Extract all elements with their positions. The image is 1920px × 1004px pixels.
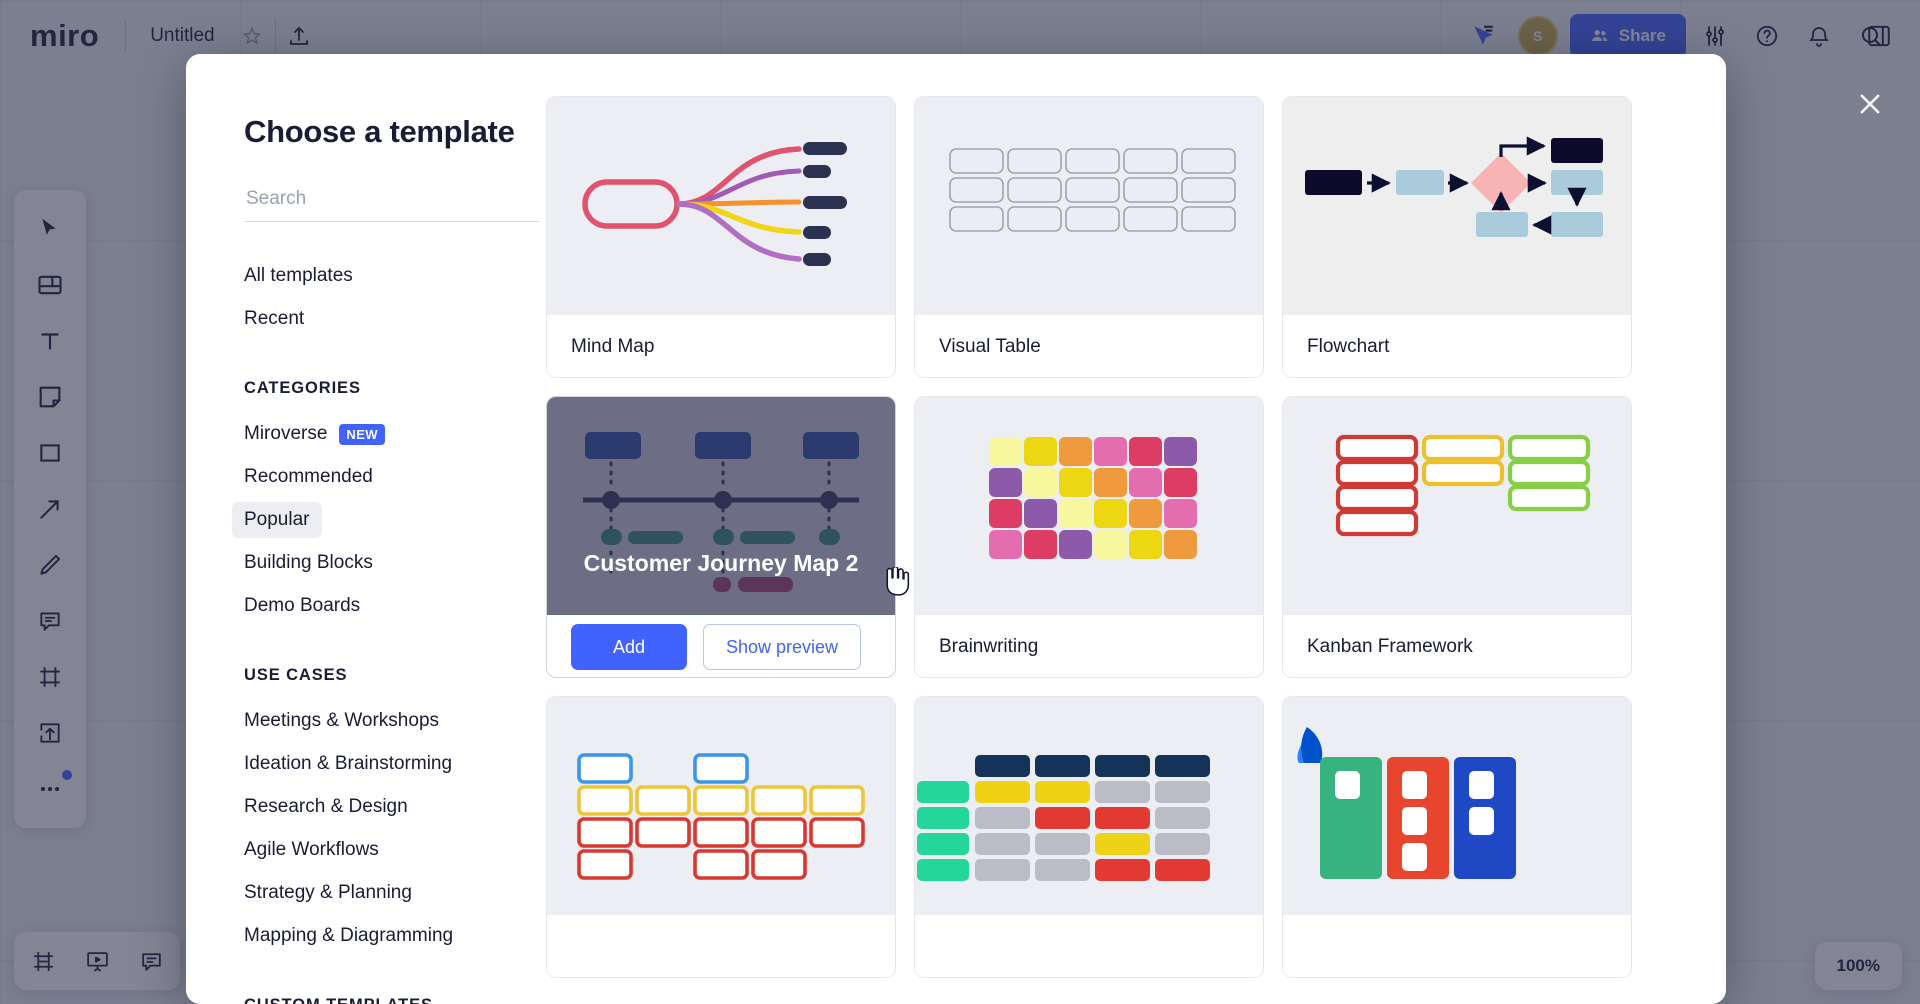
new-badge: NEW [339, 423, 385, 445]
thumbnail-kanban [1283, 397, 1631, 615]
template-grid-area: Mind Map Visual Table Flowchart Customer… [546, 54, 1726, 1004]
sidebar-item-mapping-diagramming[interactable]: Mapping & Diagramming [232, 918, 465, 954]
thumbnail-brainwriting [915, 397, 1263, 615]
hovered-card-title: Customer Journey Map 2 [583, 550, 859, 576]
template-card-visual-table[interactable]: Visual Table [914, 96, 1264, 378]
thumbnail-mindmap [547, 97, 895, 315]
sidebar-item-strategy-planning[interactable]: Strategy & Planning [232, 875, 424, 911]
thumbnail-customer-journey: Customer Journey Map 2 [547, 397, 895, 615]
template-card-status-grid[interactable] [914, 696, 1264, 978]
sidebar-item-label: Miroverse [244, 423, 328, 444]
sidebar-item-miroverse[interactable]: Miroverse NEW [232, 416, 397, 452]
template-card-label: Kanban Framework [1307, 635, 1473, 657]
template-card-label [1283, 915, 1631, 977]
template-card-flowchart[interactable]: Flowchart [1282, 96, 1632, 378]
sidebar-item-research-design[interactable]: Research & Design [232, 789, 420, 825]
nav-item-recent[interactable]: Recent [232, 301, 316, 337]
use-cases-list: Meetings & Workshops Ideation & Brainsto… [244, 703, 546, 954]
choose-template-modal: Choose a template All templates Recent C… [186, 54, 1726, 1004]
nav-item-all-templates[interactable]: All templates [232, 258, 365, 294]
sidebar-item-building-blocks[interactable]: Building Blocks [232, 545, 385, 581]
hovered-card-actions: Add Show preview [547, 615, 895, 677]
template-card-kanban-framework[interactable]: Kanban Framework [1282, 396, 1632, 678]
close-icon[interactable] [1848, 82, 1892, 126]
add-button[interactable]: Add [571, 624, 687, 670]
search-input[interactable] [244, 184, 540, 222]
nav-list: All templates Recent [244, 258, 546, 337]
template-card-mind-map[interactable]: Mind Map [546, 96, 896, 378]
categories-heading: CATEGORIES [244, 379, 361, 397]
template-card-brainwriting[interactable]: Brainwriting [914, 396, 1264, 678]
template-card-customer-journey-map-2[interactable]: Customer Journey Map 2 Add Show preview [546, 396, 896, 678]
sidebar-item-meetings-workshops[interactable]: Meetings & Workshops [232, 703, 451, 739]
template-card-label: Visual Table [939, 335, 1041, 357]
template-card-label: Mind Map [571, 335, 655, 357]
template-card-label: Flowchart [1307, 335, 1390, 357]
sidebar-item-agile-workflows[interactable]: Agile Workflows [232, 832, 391, 868]
sidebar-item-demo-boards[interactable]: Demo Boards [232, 588, 372, 624]
custom-templates-heading: CUSTOM TEMPLATES [244, 996, 546, 1004]
show-preview-button[interactable]: Show preview [703, 624, 862, 670]
template-card-atlassian-kanban[interactable] [1282, 696, 1632, 978]
sidebar-item-ideation-brainstorming[interactable]: Ideation & Brainstorming [232, 746, 464, 782]
sidebar-item-popular[interactable]: Popular [232, 502, 322, 538]
page-title: Choose a template [244, 114, 515, 149]
template-card-label [915, 915, 1263, 977]
thumbnail-flowchart [1283, 97, 1631, 315]
atlassian-logo [1297, 727, 1323, 763]
template-card-outlined-grid[interactable] [546, 696, 896, 978]
thumbnail-outlined-grid [547, 697, 895, 915]
thumbnail-visual-table [915, 97, 1263, 315]
template-card-label: Brainwriting [939, 635, 1039, 657]
modal-sidebar: Choose a template All templates Recent C… [186, 54, 546, 1004]
template-card-label [547, 915, 895, 977]
thumbnail-atlassian-kanban [1283, 697, 1631, 915]
categories-list: Miroverse NEW Recommended Popular Buildi… [232, 416, 546, 624]
use-cases-heading: USE CASES [244, 666, 348, 684]
template-grid: Mind Map Visual Table Flowchart Customer… [546, 96, 1680, 978]
thumbnail-status-grid [915, 697, 1263, 915]
sidebar-item-recommended[interactable]: Recommended [232, 459, 385, 495]
